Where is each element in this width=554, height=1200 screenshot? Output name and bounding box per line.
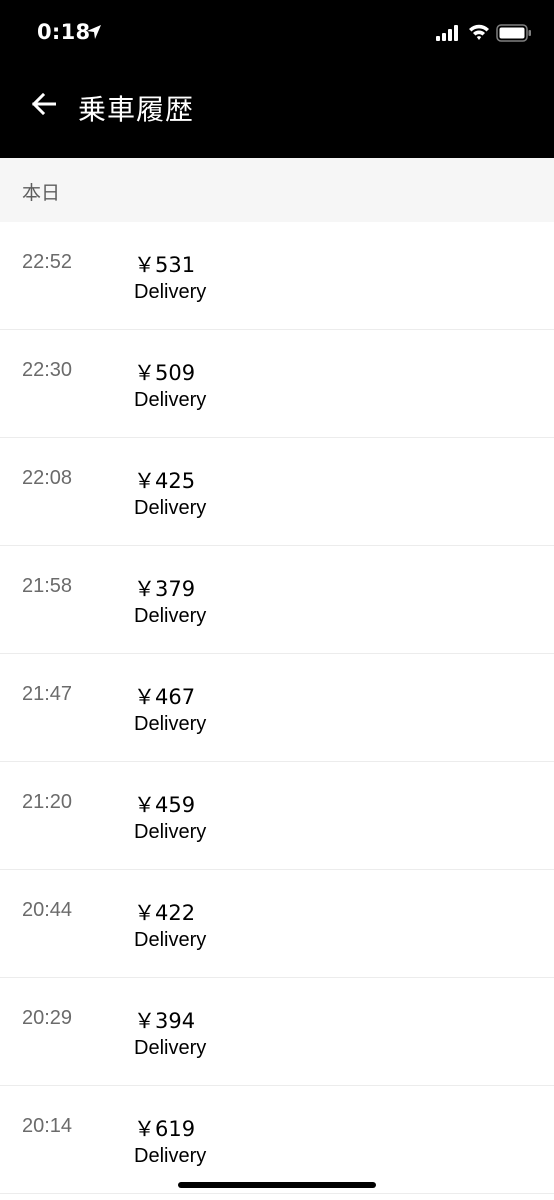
trip-time: 22:08 <box>22 467 73 489</box>
page-title: 乗車履歴 <box>78 93 195 126</box>
trip-time: 21:58 <box>22 575 73 597</box>
trip-service: Delivery <box>134 713 207 735</box>
trip-amount: ￥459 <box>134 793 196 817</box>
trip-time: 20:29 <box>22 1007 73 1029</box>
trip-time: 20:44 <box>22 899 73 921</box>
status-time: 0:18 <box>37 20 91 44</box>
status-bar: 0:18 <box>0 0 554 68</box>
trip-amount: ￥422 <box>134 901 196 925</box>
trip-amount: ￥509 <box>134 361 196 385</box>
back-button[interactable] <box>22 82 66 126</box>
trip-service: Delivery <box>134 821 207 843</box>
trip-row[interactable]: 21:20 ￥459 Delivery <box>0 762 554 870</box>
wifi-icon <box>469 24 489 40</box>
trip-amount: ￥379 <box>134 577 196 601</box>
section-label-today: 本日 <box>22 182 61 204</box>
trip-row[interactable]: 20:29 ￥394 Delivery <box>0 978 554 1086</box>
section-header: 本日 <box>0 158 554 222</box>
battery-icon <box>496 24 531 42</box>
trip-service: Delivery <box>134 605 207 627</box>
trip-time: 20:14 <box>22 1115 73 1137</box>
trip-amount: ￥467 <box>134 685 196 709</box>
trip-amount: ￥619 <box>134 1117 196 1141</box>
trip-amount: ￥394 <box>134 1009 196 1033</box>
trip-service: Delivery <box>134 389 207 411</box>
app-header: 乗車履歴 <box>0 68 554 158</box>
location-arrow-icon <box>87 25 101 39</box>
trip-service: Delivery <box>134 497 207 519</box>
trip-list: 22:52 ￥531 Delivery 22:30 ￥509 Delivery … <box>0 222 554 1194</box>
trip-service: Delivery <box>134 1145 207 1167</box>
trip-service: Delivery <box>134 281 207 303</box>
trip-time: 21:20 <box>22 791 73 813</box>
trip-service: Delivery <box>134 1037 207 1059</box>
trip-row[interactable]: 22:30 ￥509 Delivery <box>0 330 554 438</box>
trip-time: 22:52 <box>22 251 73 273</box>
trip-service: Delivery <box>134 929 207 951</box>
trip-amount: ￥425 <box>134 469 196 493</box>
trip-time: 22:30 <box>22 359 73 381</box>
trip-row[interactable]: 20:14 ￥619 Delivery <box>0 1086 554 1194</box>
trip-row[interactable]: 20:44 ￥422 Delivery <box>0 870 554 978</box>
trip-row[interactable]: 21:58 ￥379 Delivery <box>0 546 554 654</box>
trip-row[interactable]: 21:47 ￥467 Delivery <box>0 654 554 762</box>
trip-amount: ￥531 <box>134 253 196 277</box>
trip-row[interactable]: 22:52 ￥531 Delivery <box>0 222 554 330</box>
arrow-left-icon <box>32 93 56 115</box>
trip-row[interactable]: 22:08 ￥425 Delivery <box>0 438 554 546</box>
home-indicator <box>178 1182 376 1188</box>
cellular-signal-icon <box>436 25 458 41</box>
trip-time: 21:47 <box>22 683 73 705</box>
